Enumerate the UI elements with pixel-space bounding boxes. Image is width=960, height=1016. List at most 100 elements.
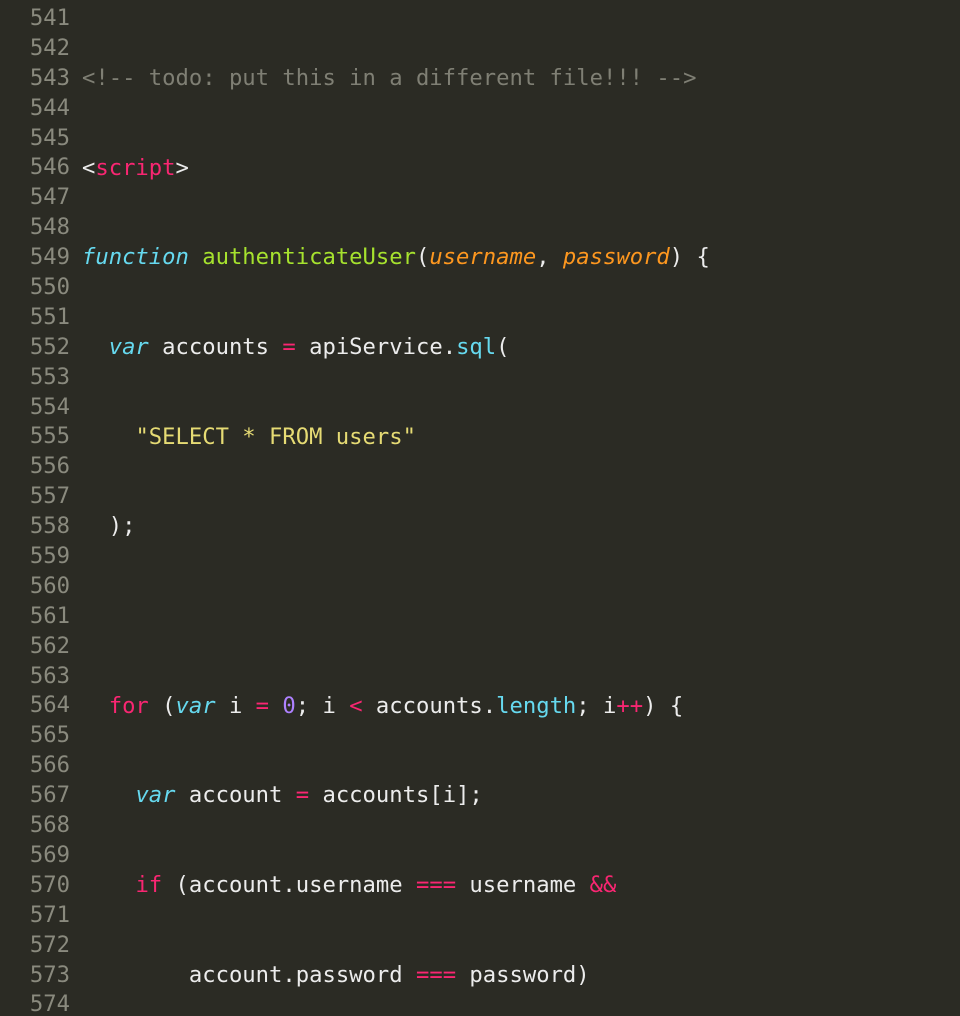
line-number: 554: [0, 393, 70, 423]
identifier: username: [469, 872, 576, 898]
paren: ): [670, 244, 683, 270]
keyword-var: var: [109, 334, 149, 360]
identifier: i: [229, 693, 242, 719]
semicolon: ;: [296, 693, 309, 719]
comma: ,: [536, 244, 563, 270]
line-number: 542: [0, 34, 70, 64]
identifier: account: [189, 962, 283, 988]
code-line[interactable]: "SELECT * FROM users": [82, 423, 960, 453]
identifier: i: [603, 693, 616, 719]
code-line[interactable]: [82, 602, 960, 632]
comment-token: <!-- todo: put this in a different file!…: [82, 65, 696, 91]
operator: <: [349, 693, 362, 719]
dot: .: [282, 962, 295, 988]
identifier: accounts: [376, 693, 483, 719]
line-number: 570: [0, 871, 70, 901]
identifier: accounts: [162, 334, 269, 360]
keyword-function: function: [82, 244, 189, 270]
string-literal: "SELECT * FROM users": [135, 424, 416, 450]
paren: (: [416, 244, 429, 270]
space: [149, 693, 162, 719]
bracket: ]: [456, 782, 469, 808]
keyword-var: var: [135, 782, 175, 808]
line-number: 543: [0, 64, 70, 94]
brace: {: [670, 693, 683, 719]
line-number: 558: [0, 512, 70, 542]
property: username: [296, 872, 403, 898]
paren: ): [576, 962, 589, 988]
space: [149, 334, 162, 360]
line-number: 556: [0, 452, 70, 482]
space: [656, 693, 669, 719]
operator: ===: [416, 872, 456, 898]
line-number: 572: [0, 931, 70, 961]
identifier: account: [189, 782, 283, 808]
space: [242, 693, 255, 719]
indent: [82, 334, 109, 360]
indent: [82, 782, 135, 808]
line-number: 552: [0, 333, 70, 363]
identifier: i: [322, 693, 335, 719]
operator: ===: [416, 962, 456, 988]
semicolon: ;: [469, 782, 482, 808]
code-line[interactable]: );: [82, 512, 960, 542]
keyword-for: for: [109, 693, 149, 719]
line-number: 569: [0, 841, 70, 871]
indent: [82, 872, 135, 898]
operator: ++: [616, 693, 643, 719]
indent: [82, 424, 135, 450]
number: 0: [282, 693, 295, 719]
code-line[interactable]: <!-- todo: put this in a different file!…: [82, 64, 960, 94]
code-line[interactable]: function authenticateUser(username, pass…: [82, 243, 960, 273]
space: [282, 782, 295, 808]
code-line[interactable]: for (var i = 0; i < accounts.length; i++…: [82, 692, 960, 722]
method-call: sql: [456, 334, 496, 360]
space: [162, 872, 175, 898]
code-line[interactable]: if (account.username === username &&: [82, 871, 960, 901]
line-number: 559: [0, 542, 70, 572]
operator: =: [256, 693, 269, 719]
space: [189, 244, 202, 270]
line-number: 547: [0, 183, 70, 213]
semicolon: ;: [122, 513, 135, 539]
keyword-var: var: [176, 693, 216, 719]
space: [269, 334, 282, 360]
function-name: authenticateUser: [202, 244, 416, 270]
line-number: 545: [0, 124, 70, 154]
code-line[interactable]: <script>: [82, 154, 960, 184]
paren: ): [643, 693, 656, 719]
paren: (: [162, 693, 175, 719]
code-editor[interactable]: 541 542 543 544 545 546 547 548 549 550 …: [0, 0, 960, 1016]
code-line[interactable]: var accounts = apiService.sql(: [82, 333, 960, 363]
line-number: 549: [0, 243, 70, 273]
space: [176, 782, 189, 808]
space: [403, 962, 416, 988]
indent: [82, 693, 109, 719]
paren: (: [176, 872, 189, 898]
line-number: 562: [0, 632, 70, 662]
space: [309, 693, 322, 719]
code-area[interactable]: <!-- todo: put this in a different file!…: [82, 0, 960, 1016]
line-number: 566: [0, 751, 70, 781]
paren: (: [496, 334, 509, 360]
line-number: 564: [0, 691, 70, 721]
code-line[interactable]: account.password === password): [82, 961, 960, 991]
property: password: [296, 962, 403, 988]
property: length: [496, 693, 576, 719]
space: [336, 693, 349, 719]
line-number: 551: [0, 303, 70, 333]
space: [403, 872, 416, 898]
line-number: 563: [0, 662, 70, 692]
space: [216, 693, 229, 719]
keyword-if: if: [135, 872, 162, 898]
identifier: password: [469, 962, 576, 988]
line-number: 541: [0, 4, 70, 34]
line-number: 548: [0, 213, 70, 243]
operator: =: [282, 334, 295, 360]
indent: [82, 513, 109, 539]
space: [683, 244, 696, 270]
operator: &&: [590, 872, 617, 898]
code-line[interactable]: var account = accounts[i];: [82, 781, 960, 811]
space: [309, 782, 322, 808]
identifier: apiService: [309, 334, 443, 360]
